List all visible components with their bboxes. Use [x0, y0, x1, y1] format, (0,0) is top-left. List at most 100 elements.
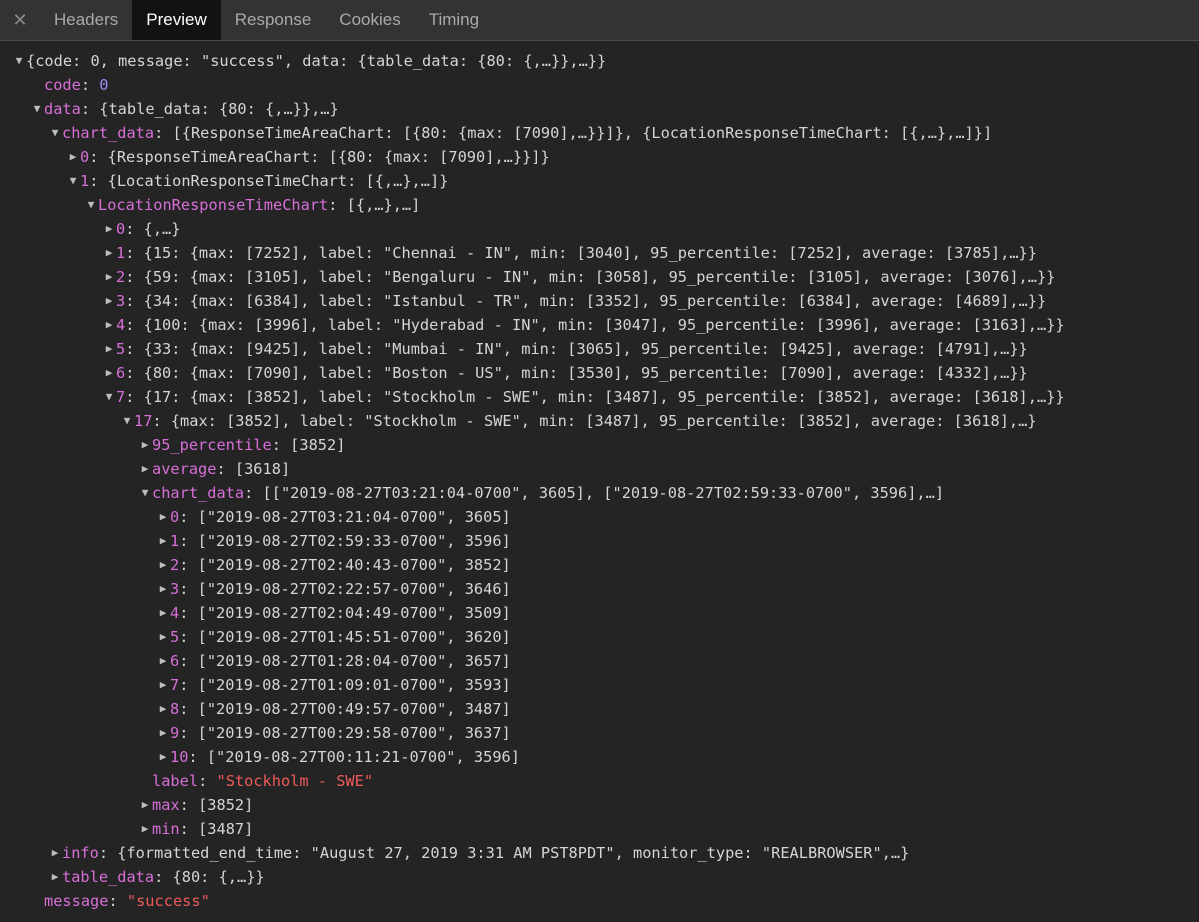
tree-row[interactable]: ▼ chart_data: [{ResponseTimeAreaChart: [{…: [0, 121, 1199, 145]
tree-value: "success": [126, 892, 210, 910]
tree-row[interactable]: ▶ info: {formatted_end_time: "August 27, …: [0, 841, 1199, 865]
tree-row[interactable]: ▶ 6: {80: {max: [7090], label: "Boston - …: [0, 361, 1199, 385]
tree-separator: :: [179, 700, 198, 718]
collapse-arrow-icon[interactable]: ▶: [156, 721, 170, 745]
tree-row[interactable]: ▼ 7: {17: {max: [3852], label: "Stockholm…: [0, 385, 1199, 409]
expand-arrow-icon[interactable]: ▼: [12, 49, 26, 73]
tree-row[interactable]: ▶ 5: {33: {max: [9425], label: "Mumbai - …: [0, 337, 1199, 361]
tree-separator: :: [179, 508, 198, 526]
tree-row[interactable]: ▶ average: [3618]: [0, 457, 1199, 481]
tree-separator: :: [179, 532, 198, 550]
tree-row[interactable]: ▶ 0: {,…}: [0, 217, 1199, 241]
tree-separator: :: [179, 604, 198, 622]
collapse-arrow-icon[interactable]: ▶: [66, 145, 80, 169]
tree-row[interactable]: ▼ data: {table_data: {80: {,…}},…}: [0, 97, 1199, 121]
tree-row[interactable]: ▶ max: [3852]: [0, 793, 1199, 817]
collapse-arrow-icon[interactable]: ▶: [102, 217, 116, 241]
collapse-arrow-icon[interactable]: ▶: [156, 673, 170, 697]
tree-row[interactable]: ▶ 3: ["2019-08-27T02:22:57-0700", 3646]: [0, 577, 1199, 601]
tree-row[interactable]: ▶ 8: ["2019-08-27T00:49:57-0700", 3487]: [0, 697, 1199, 721]
collapse-arrow-icon[interactable]: ▶: [156, 625, 170, 649]
tree-value: {max: [3852], label: "Stockholm - SWE", …: [170, 412, 1037, 430]
tree-row[interactable]: ▶ 0: ["2019-08-27T03:21:04-0700", 3605]: [0, 505, 1199, 529]
collapse-arrow-icon[interactable]: ▶: [156, 505, 170, 529]
collapse-arrow-icon[interactable]: ▶: [156, 601, 170, 625]
close-icon[interactable]: ✕: [0, 0, 40, 40]
tree-separator: :: [198, 772, 217, 790]
expand-arrow-icon[interactable]: ▼: [138, 481, 152, 505]
tree-row[interactable]: ▶ 1: ["2019-08-27T02:59:33-0700", 3596]: [0, 529, 1199, 553]
tree-row[interactable]: ▼ LocationResponseTimeChart: [{,…},…]: [0, 193, 1199, 217]
tab-headers[interactable]: Headers: [40, 0, 132, 40]
collapse-arrow-icon[interactable]: ▶: [156, 553, 170, 577]
collapse-arrow-icon[interactable]: ▶: [48, 841, 62, 865]
expand-arrow-icon[interactable]: ▼: [102, 385, 116, 409]
tree-value: ["2019-08-27T02:04:49-0700", 3509]: [197, 604, 511, 622]
collapse-arrow-icon[interactable]: ▶: [102, 241, 116, 265]
tree-row[interactable]: ▶ min: [3487]: [0, 817, 1199, 841]
collapse-arrow-icon[interactable]: ▶: [138, 817, 152, 841]
collapse-arrow-icon[interactable]: ▶: [138, 433, 152, 457]
tree-key: message: [44, 892, 109, 910]
tree-value: [{ResponseTimeAreaChart: [{80: {max: [70…: [172, 124, 993, 142]
tree-row[interactable]: ▶ 2: {59: {max: [3105], label: "Bengaluru…: [0, 265, 1199, 289]
collapse-arrow-icon[interactable]: ▶: [138, 793, 152, 817]
tree-separator: :: [179, 724, 198, 742]
tree-value: [["2019-08-27T03:21:04-0700", 3605], ["2…: [262, 484, 945, 502]
tab-response[interactable]: Response: [221, 0, 326, 40]
collapse-arrow-icon[interactable]: ▶: [156, 745, 170, 769]
tab-timing[interactable]: Timing: [415, 0, 493, 40]
tree-separator: :: [125, 340, 144, 358]
tree-row[interactable]: ▶ 5: ["2019-08-27T01:45:51-0700", 3620]: [0, 625, 1199, 649]
tree-row[interactable]: ▶ 3: {34: {max: [6384], label: "Istanbul …: [0, 289, 1199, 313]
collapse-arrow-icon[interactable]: ▶: [138, 457, 152, 481]
tree-row[interactable]: ▶ 0: {ResponseTimeAreaChart: [{80: {max: …: [0, 145, 1199, 169]
tree-row[interactable]: ▶ 4: ["2019-08-27T02:04:49-0700", 3509]: [0, 601, 1199, 625]
collapse-arrow-icon[interactable]: ▶: [102, 361, 116, 385]
tab-preview[interactable]: Preview: [132, 0, 221, 40]
tree-row[interactable]: ▼ 17: {max: [3852], label: "Stockholm - S…: [0, 409, 1199, 433]
tree-key: 0: [170, 508, 180, 526]
tree-key: max: [152, 796, 180, 814]
tab-cookies[interactable]: Cookies: [325, 0, 414, 40]
tree-row[interactable]: ▶ 10: ["2019-08-27T00:11:21-0700", 3596]: [0, 745, 1199, 769]
expand-arrow-icon[interactable]: ▼: [84, 193, 98, 217]
collapse-arrow-icon[interactable]: ▶: [156, 649, 170, 673]
tree-separator: :: [154, 124, 173, 142]
expand-arrow-icon[interactable]: ▼: [66, 169, 80, 193]
collapse-arrow-icon[interactable]: ▶: [156, 577, 170, 601]
tree-key: 3: [116, 292, 126, 310]
collapse-arrow-icon[interactable]: ▶: [156, 697, 170, 721]
tree-row[interactable]: ▼ 1: {LocationResponseTimeChart: [{,…},…]…: [0, 169, 1199, 193]
tree-row[interactable]: ▶ 4: {100: {max: [3996], label: "Hyderaba…: [0, 313, 1199, 337]
tree-row[interactable]: ▶ 9: ["2019-08-27T00:29:58-0700", 3637]: [0, 721, 1199, 745]
tree-row[interactable]: ▶ 95_percentile: [3852]: [0, 433, 1199, 457]
tree-row[interactable]: ▶ 6: ["2019-08-27T01:28:04-0700", 3657]: [0, 649, 1199, 673]
tree-row[interactable]: ▼ {code: 0, message: "success", data: {ta…: [0, 49, 1199, 73]
expand-arrow-icon[interactable]: ▼: [30, 97, 44, 121]
collapse-arrow-icon[interactable]: ▶: [48, 865, 62, 889]
expand-arrow-icon[interactable]: ▼: [48, 121, 62, 145]
expand-arrow-icon[interactable]: ▼: [120, 409, 134, 433]
tree-row[interactable]: ▶ table_data: {80: {,…}}: [0, 865, 1199, 889]
tree-value: [3852]: [290, 436, 346, 454]
tree-value: ["2019-08-27T00:49:57-0700", 3487]: [197, 700, 511, 718]
collapse-arrow-icon[interactable]: ▶: [102, 337, 116, 361]
tree-value: {80: {max: [7090], label: "Boston - US",…: [143, 364, 1028, 382]
tree-value: 0: [99, 76, 109, 94]
collapse-arrow-icon[interactable]: ▶: [102, 265, 116, 289]
tree-row[interactable]: ▶ 1: {15: {max: [7252], label: "Chennai -…: [0, 241, 1199, 265]
tree-row[interactable]: ▶ 2: ["2019-08-27T02:40:43-0700", 3852]: [0, 553, 1199, 577]
collapse-arrow-icon[interactable]: ▶: [102, 313, 116, 337]
tree-key: 1: [80, 172, 90, 190]
tree-key: 8: [170, 700, 180, 718]
tree-key: 0: [116, 220, 126, 238]
tree-key: chart_data: [152, 484, 245, 502]
tree-separator: :: [125, 292, 144, 310]
tree-row[interactable]: ▼ chart_data: [["2019-08-27T03:21:04-0700…: [0, 481, 1199, 505]
tree-row[interactable]: ▶ 7: ["2019-08-27T01:09:01-0700", 3593]: [0, 673, 1199, 697]
tree-value: {ResponseTimeAreaChart: [{80: {max: [709…: [107, 148, 550, 166]
collapse-arrow-icon[interactable]: ▶: [102, 289, 116, 313]
tree-key: 4: [116, 316, 126, 334]
collapse-arrow-icon[interactable]: ▶: [156, 529, 170, 553]
